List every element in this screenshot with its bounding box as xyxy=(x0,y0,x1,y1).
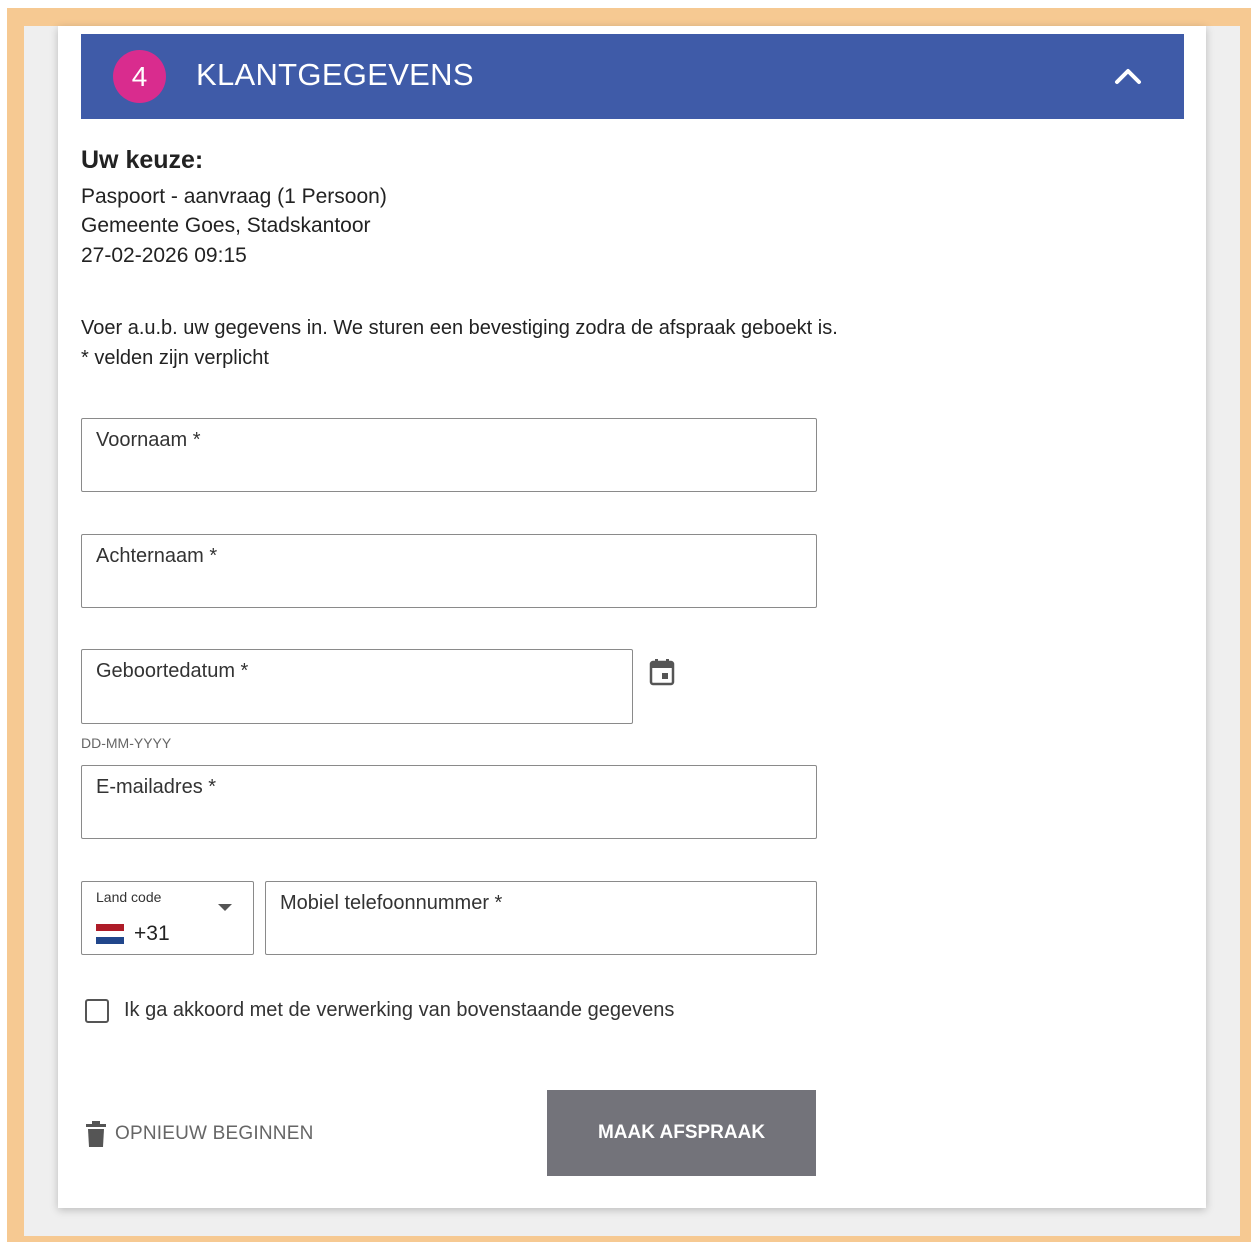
consent-checkbox[interactable] xyxy=(85,999,109,1023)
chevron-up-icon[interactable] xyxy=(1113,64,1143,88)
netherlands-flag-icon xyxy=(96,924,124,944)
consent-label[interactable]: Ik ga akkoord met de verwerking van bove… xyxy=(124,999,674,1022)
achternaam-label: Achternaam * xyxy=(96,545,218,567)
trash-icon xyxy=(86,1121,106,1147)
instructions-text: Voer a.u.b. uw gegevens in. We sturen ee… xyxy=(81,317,838,339)
land-code-select[interactable]: Land code +31 xyxy=(81,881,254,955)
summary-location: Gemeente Goes, Stadskantoor xyxy=(81,214,371,237)
geboortedatum-label: Geboortedatum * xyxy=(96,660,249,682)
reset-label: OPNIEUW BEGINNEN xyxy=(115,1123,314,1144)
land-code-value: +31 xyxy=(134,922,170,945)
voornaam-label: Voornaam * xyxy=(96,429,201,451)
calendar-icon[interactable] xyxy=(648,658,676,686)
geboortedatum-hint: DD-MM-YYYY xyxy=(81,735,172,751)
voornaam-field[interactable]: Voornaam * xyxy=(81,418,817,492)
achternaam-field[interactable]: Achternaam * xyxy=(81,534,817,608)
geboortedatum-field[interactable]: Geboortedatum * xyxy=(81,649,633,724)
summary-heading: Uw keuze: xyxy=(81,146,204,174)
email-label: E-mailadres * xyxy=(96,776,217,798)
section-title: KLANTGEGEVENS xyxy=(196,57,474,92)
summary-product: Paspoort - aanvraag (1 Persoon) xyxy=(81,185,387,208)
submit-button[interactable]: MAAK AFSPRAAK xyxy=(547,1090,816,1176)
chevron-down-icon xyxy=(218,904,232,911)
telefoon-label: Mobiel telefoonnummer * xyxy=(280,892,503,914)
land-code-label: Land code xyxy=(96,889,162,905)
email-field[interactable]: E-mailadres * xyxy=(81,765,817,839)
summary-datetime: 27-02-2026 09:15 xyxy=(81,244,247,267)
required-note: * velden zijn verplicht xyxy=(81,347,269,369)
step-badge: 4 xyxy=(113,50,166,103)
telefoon-field[interactable]: Mobiel telefoonnummer * xyxy=(265,881,817,955)
reset-button[interactable]: OPNIEUW BEGINNEN xyxy=(84,1118,314,1150)
